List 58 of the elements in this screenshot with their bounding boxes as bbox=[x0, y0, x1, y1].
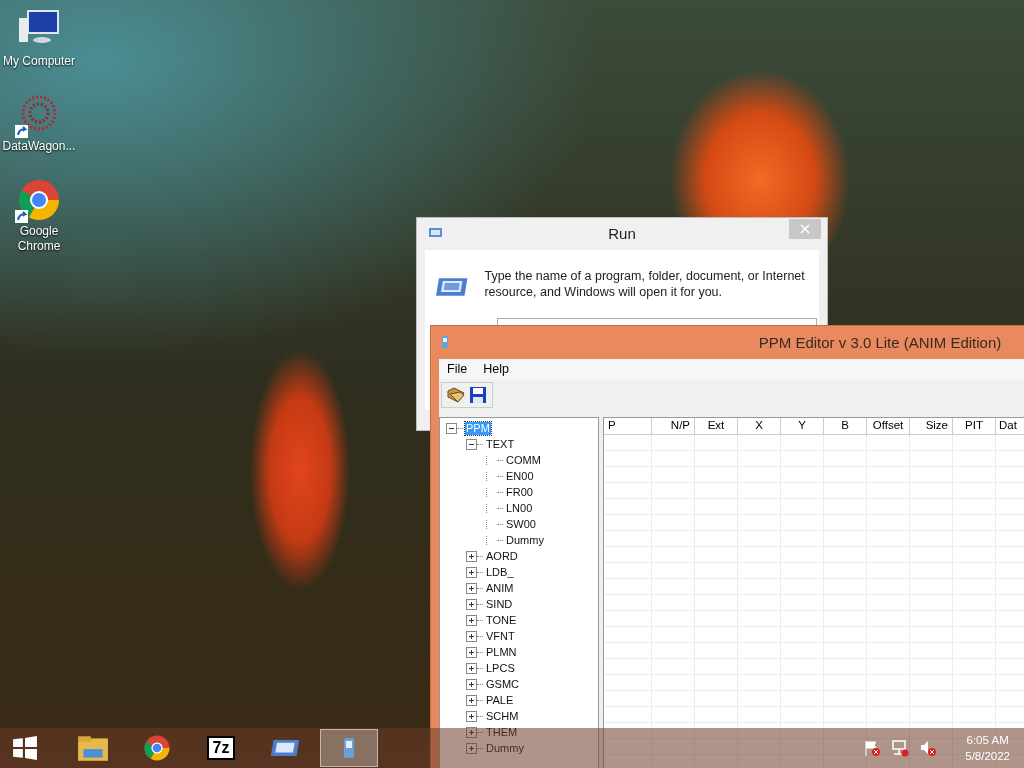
windows-logo-icon[interactable] bbox=[12, 735, 38, 761]
tree-item[interactable]: GSMC bbox=[485, 677, 520, 691]
run-icon bbox=[427, 227, 443, 239]
tree-toggle[interactable] bbox=[466, 438, 477, 450]
tree-item[interactable]: LN00 bbox=[505, 501, 534, 515]
folder-icon bbox=[77, 734, 109, 762]
tree-toggle[interactable] bbox=[446, 422, 457, 434]
tree-item[interactable]: LPCS bbox=[485, 661, 516, 675]
tree-toggle[interactable] bbox=[466, 598, 477, 610]
tree-toggle[interactable] bbox=[466, 566, 477, 578]
tree-item[interactable]: VFNT bbox=[485, 629, 516, 643]
chrome-icon bbox=[142, 733, 172, 763]
tree-item[interactable]: COMM bbox=[505, 453, 542, 467]
window-title: Run bbox=[608, 224, 636, 242]
tree-item[interactable]: SW00 bbox=[505, 517, 537, 531]
folder-icon[interactable] bbox=[446, 385, 466, 405]
tree-item[interactable]: FR00 bbox=[505, 485, 534, 499]
tree-toggle[interactable] bbox=[466, 694, 477, 706]
menu-item[interactable]: Help bbox=[477, 362, 515, 376]
phone-icon bbox=[441, 335, 449, 349]
run-icon bbox=[270, 738, 300, 758]
tree-item[interactable]: Dummy bbox=[505, 533, 545, 547]
close-icon bbox=[800, 224, 810, 234]
tree-toggle[interactable] bbox=[466, 710, 477, 722]
flag-icon[interactable] bbox=[863, 739, 882, 757]
tree-toggle[interactable] bbox=[466, 614, 477, 626]
tree-item[interactable]: LDB_ bbox=[485, 565, 515, 579]
save-icon[interactable] bbox=[468, 385, 488, 405]
menu-item[interactable]: File bbox=[441, 362, 474, 376]
tree-toggle[interactable] bbox=[466, 678, 477, 690]
tree-item[interactable]: ANIM bbox=[485, 581, 515, 595]
phone-icon bbox=[343, 737, 355, 759]
tree-item[interactable]: PALE bbox=[485, 693, 515, 707]
tree-item[interactable]: EN00 bbox=[505, 469, 535, 483]
taskbar-button[interactable]: 7z bbox=[192, 729, 250, 767]
tree-item[interactable]: AORD bbox=[485, 549, 519, 563]
run-icon bbox=[435, 276, 469, 298]
tree-item[interactable]: TEXT bbox=[485, 437, 516, 451]
tree-item[interactable]: Dummy bbox=[485, 741, 525, 755]
desktop-icon-label[interactable]: DataWagon... bbox=[2, 139, 76, 154]
tree-item[interactable]: SCHM bbox=[485, 709, 520, 723]
tree-toggle[interactable] bbox=[466, 726, 477, 738]
tree-toggle[interactable] bbox=[466, 662, 477, 674]
run-description: Type the name of a program, folder, document, or Internet resource, and Windows will open it for you. bbox=[484, 268, 806, 300]
tree-item[interactable]: PLMN bbox=[485, 645, 518, 659]
tree-item[interactable]: TONE bbox=[485, 613, 518, 627]
tree-toggle[interactable] bbox=[466, 630, 477, 642]
tree-toggle[interactable] bbox=[466, 582, 477, 594]
tree-item[interactable]: SIND bbox=[485, 597, 514, 611]
tree-toggle[interactable] bbox=[466, 742, 477, 754]
tree-item[interactable]: THEM bbox=[485, 725, 519, 739]
speaker-muted-icon[interactable] bbox=[919, 739, 938, 757]
network-icon[interactable] bbox=[891, 739, 910, 757]
desktop-icon-label[interactable]: Google Chrome bbox=[0, 224, 78, 254]
tree-toggle[interactable] bbox=[466, 646, 477, 658]
tree-toggle[interactable] bbox=[466, 550, 477, 562]
window-title: PPM Editor v 3.0 Lite (ANIM Edition) bbox=[758, 334, 1002, 351]
desktop-icon-label[interactable]: My Computer bbox=[3, 54, 75, 69]
